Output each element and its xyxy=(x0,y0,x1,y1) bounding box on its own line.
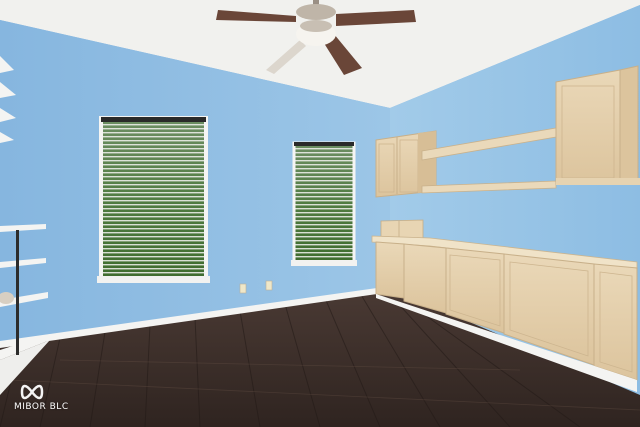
wall-outlet xyxy=(265,280,273,291)
watermark: MIBOR BLC xyxy=(14,380,78,416)
upper-cabinet-right xyxy=(555,65,640,185)
counter-box xyxy=(380,219,424,239)
watermark-text: MIBOR BLC xyxy=(14,402,69,412)
wall-outlet xyxy=(239,283,247,294)
room-illustration xyxy=(0,0,640,427)
window-right xyxy=(291,141,357,266)
room-photo: MIBOR BLC xyxy=(0,0,640,427)
window-left xyxy=(97,116,210,283)
